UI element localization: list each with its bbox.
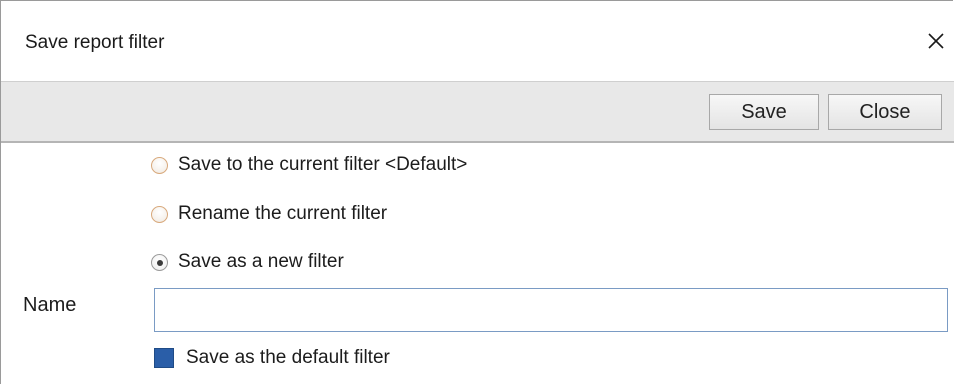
option-save-current-label: Save to the current filter <Default> (178, 154, 468, 175)
default-filter-checkbox[interactable] (154, 348, 174, 368)
close-icon[interactable] (923, 28, 949, 54)
radio-rename-current[interactable] (151, 205, 168, 223)
name-input[interactable] (154, 288, 948, 332)
save-button[interactable]: Save (709, 94, 819, 130)
filter-options-panel: Save to the current filter <Default> Ren… (1, 143, 954, 385)
option-save-current[interactable]: Save to the current filter <Default> (151, 150, 467, 180)
close-button[interactable]: Close (828, 94, 942, 130)
option-rename-current-label: Rename the current filter (178, 203, 388, 224)
option-save-new-label: Save as a new filter (178, 251, 344, 272)
radio-save-current[interactable] (151, 156, 168, 174)
name-label: Name (23, 294, 77, 316)
default-filter-checkbox-row[interactable]: Save as the default filter (154, 343, 390, 373)
option-rename-current[interactable]: Rename the current filter (151, 199, 387, 229)
save-report-filter-dialog: Save report filter Save Close Save to th… (0, 0, 954, 385)
toolbar: Save Close (1, 81, 954, 143)
title-bar: Save report filter (1, 1, 954, 81)
dialog-title: Save report filter (25, 32, 165, 53)
option-save-new[interactable]: Save as a new filter (151, 247, 344, 277)
radio-save-new[interactable] (151, 253, 168, 271)
radio-dot (157, 259, 163, 266)
default-filter-label: Save as the default filter (186, 347, 390, 368)
